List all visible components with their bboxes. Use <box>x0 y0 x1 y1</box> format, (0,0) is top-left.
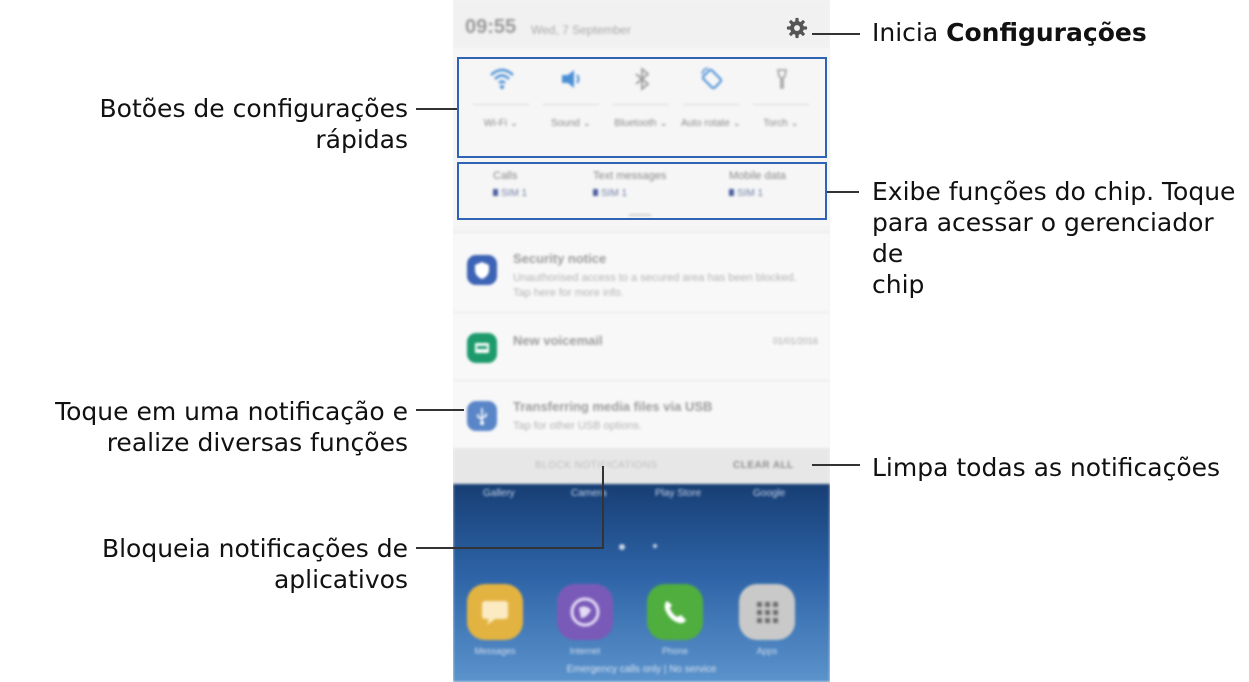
annotation-settings-text: Inicia <box>872 18 947 47</box>
leader-line-sim <box>827 191 859 193</box>
messages-icon[interactable] <box>467 584 523 640</box>
annotation-notification: Toque em uma notificação e realize diver… <box>0 396 408 458</box>
apps-icon[interactable] <box>739 584 795 640</box>
leader-line-quick-settings <box>416 108 457 110</box>
quick-settings-highlight <box>457 57 827 158</box>
clear-all-button[interactable]: CLEAR ALL <box>733 460 794 471</box>
page-indicator <box>653 544 657 548</box>
home-label: Google <box>753 488 786 499</box>
annotation-settings-bold: Configurações <box>946 18 1147 47</box>
home-label: Gallery <box>483 488 515 499</box>
app-label: Messages <box>474 646 516 656</box>
annotation-quick-settings: Botões de configurações rápidas <box>99 94 408 154</box>
internet-icon[interactable] <box>557 584 613 640</box>
notification-body: Unauthorised access to a secured area ha… <box>513 272 797 299</box>
notification-body: Tap for other USB options. <box>513 420 643 432</box>
leader-line-block-horizontal <box>416 547 604 549</box>
notification-usb[interactable]: Transferring media files via USB Tap for… <box>453 380 830 449</box>
page-indicator-home <box>619 544 625 550</box>
status-bar: 09:55 Wed, 7 September <box>453 0 830 48</box>
leader-line-block-vertical <box>602 466 604 549</box>
phone-icon[interactable] <box>647 584 703 640</box>
notification-title: New voicemail <box>513 333 603 348</box>
app-label: Internet <box>569 646 601 656</box>
emergency-calls-text: Emergency calls only | No service <box>566 664 717 675</box>
annotation-sim-line: para acessar o gerenciador de <box>872 208 1214 268</box>
app-label: Phone <box>661 646 689 656</box>
leader-line-settings <box>812 33 860 35</box>
sim-functions-highlight <box>457 162 827 220</box>
block-notifications-button[interactable]: BLOCK NOTIFICATIONS <box>535 460 658 471</box>
status-date: Wed, 7 September <box>531 23 631 37</box>
annotation-settings: Inicia Configurações <box>872 17 1147 48</box>
notification-voicemail[interactable]: New voicemail 01/01/2016 <box>453 312 830 381</box>
notification-title: Transferring media files via USB <box>513 399 713 414</box>
usb-icon <box>467 401 497 431</box>
annotation-notification-line: realize diversas funções <box>106 428 408 457</box>
leader-line-notification <box>416 409 464 411</box>
annotation-notification-line: Toque em uma notificação e <box>55 397 408 426</box>
annotation-clear-all: Limpa todas as notificações <box>872 453 1221 482</box>
notification-title: Security notice <box>513 251 607 266</box>
status-time: 09:55 <box>465 16 517 38</box>
annotation-sim-line: Exibe funções do chip. Toque <box>872 177 1236 206</box>
leader-line-clear-all <box>812 464 860 466</box>
notification-date: 01/01/2016 <box>772 336 818 346</box>
home-screen: Gallery Camera Play Store Google Message… <box>453 484 830 682</box>
home-label: Play Store <box>655 488 702 499</box>
shield-icon <box>467 255 497 285</box>
settings-gear-icon[interactable] <box>786 17 808 39</box>
voicemail-icon <box>467 333 497 363</box>
annotation-block-notifications: Bloqueia notificações de aplicativos <box>0 533 408 595</box>
annotation-sim-line: chip <box>872 270 925 299</box>
annotation-sim-functions: Exibe funções do chip. Toque para acessa… <box>872 176 1249 300</box>
annotation-block-line: Bloqueia notificações de <box>101 534 408 563</box>
notification-actions-bar: BLOCK NOTIFICATIONS CLEAR ALL <box>453 448 830 484</box>
app-label: Apps <box>756 646 778 656</box>
annotation-block-line: aplicativos <box>273 565 408 594</box>
notification-security[interactable]: Security notice Unauthorised access to a… <box>453 232 830 313</box>
